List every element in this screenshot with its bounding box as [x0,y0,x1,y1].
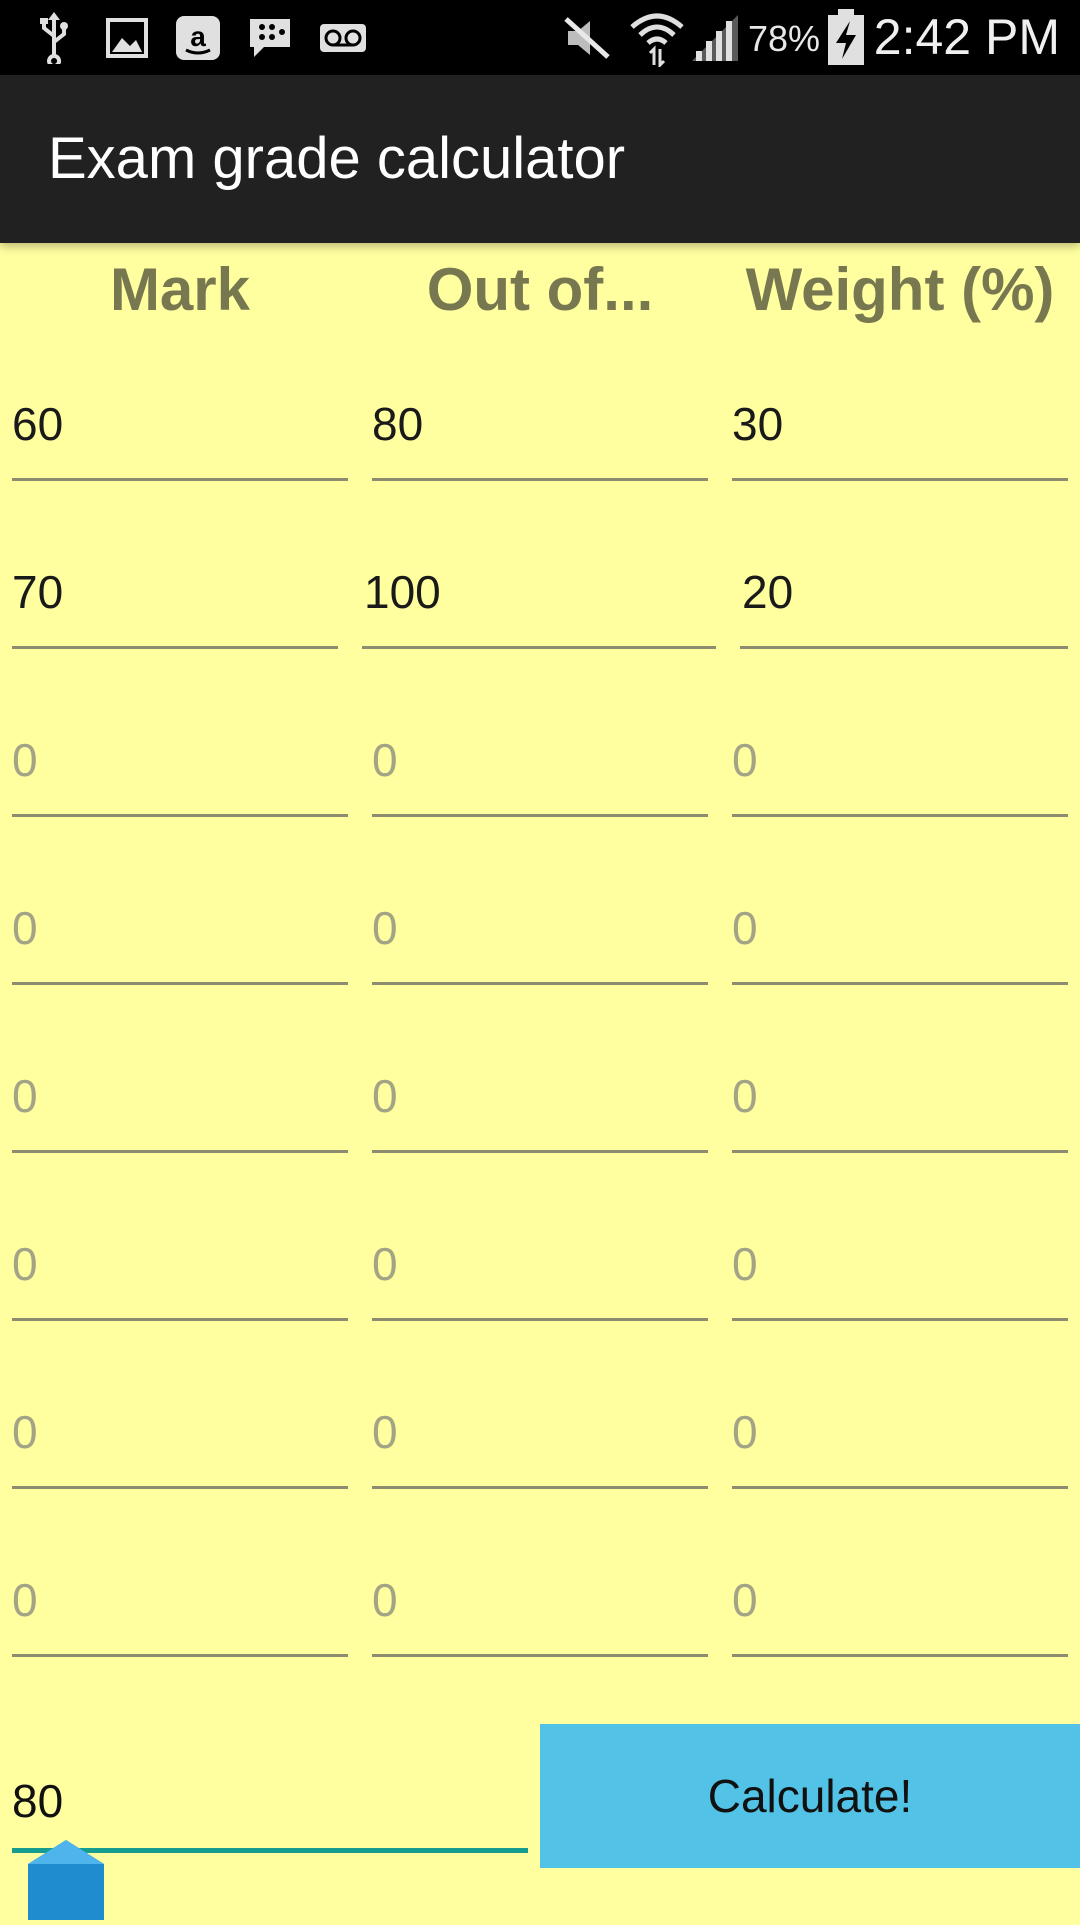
row-1-weight-field[interactable]: 30 [732,394,1068,454]
battery-percent: 78% [748,18,821,59]
row-5-weight-underline [732,1150,1068,1153]
row-6-out-of-field[interactable]: 0 [372,1234,708,1294]
action-bar: Exam grade calculator [0,75,1080,243]
header-weight: Weight (%) [745,256,1055,323]
row-8-mark-field[interactable]: 0 [12,1570,348,1630]
row-7-out-of-underline [372,1486,708,1489]
row-5-mark-field[interactable]: 0 [12,1066,348,1126]
row-1-mark-field[interactable]: 60 [12,394,348,454]
bbm-icon [246,10,294,66]
status-bar: a 78% 2:42 PM [0,0,1080,75]
status-time: 2:42 PM [873,9,1060,65]
row-7-weight-field[interactable]: 0 [732,1402,1068,1462]
svg-text:a: a [190,21,206,52]
amazon-icon: a [174,10,222,66]
app-title: Exam grade calculator [48,126,626,191]
signal-icon [690,10,740,66]
row-2-mark-underline [12,646,338,649]
row-2-out-of-field[interactable]: 100 [364,562,700,622]
mute-icon [562,10,612,66]
row-5-mark-underline [12,1150,348,1153]
row-8-weight-field[interactable]: 0 [732,1570,1068,1630]
row-7-out-of-field[interactable]: 0 [372,1402,708,1462]
row-5-out-of-underline [372,1150,708,1153]
usb-icon [36,10,72,66]
row-5-out-of-field[interactable]: 0 [372,1066,708,1126]
calculate-button[interactable]: Calculate! [540,1724,1080,1868]
row-4-out-of-field[interactable]: 0 [372,898,708,958]
row-4-mark-underline [12,982,348,985]
row-1-out-of-field[interactable]: 80 [372,394,708,454]
row-3-out-of-underline [372,814,708,817]
row-6-out-of-underline [372,1318,708,1321]
row-3-weight-underline [732,814,1068,817]
row-3-mark-underline [12,814,348,817]
result-field[interactable]: 80 [12,1766,63,1836]
row-8-out-of-field[interactable]: 0 [372,1570,708,1630]
row-2-weight-underline [740,646,1068,649]
row-6-weight-underline [732,1318,1068,1321]
row-1-out-of-underline [372,478,708,481]
header-mark: Mark [109,256,251,323]
row-8-out-of-underline [372,1654,708,1657]
row-7-mark-underline [12,1486,348,1489]
image-icon [106,10,148,66]
row-6-mark-underline [12,1318,348,1321]
row-7-mark-field[interactable]: 0 [12,1402,348,1462]
row-5-weight-field[interactable]: 0 [732,1066,1068,1126]
row-4-weight-underline [732,982,1068,985]
row-4-out-of-underline [372,982,708,985]
row-6-mark-field[interactable]: 0 [12,1234,348,1294]
battery-charging-icon [826,9,866,66]
row-4-mark-field[interactable]: 0 [12,898,348,958]
row-2-weight-field[interactable]: 20 [742,562,1078,622]
row-8-weight-underline [732,1654,1068,1657]
row-4-weight-field[interactable]: 0 [732,898,1068,958]
text-cursor-handle[interactable] [28,1840,104,1920]
row-2-mark-field[interactable]: 70 [12,562,348,622]
row-1-weight-underline [732,478,1068,481]
row-3-out-of-field[interactable]: 0 [372,730,708,790]
wifi-icon [628,10,686,67]
row-1-mark-underline [12,478,348,481]
row-3-mark-field[interactable]: 0 [12,730,348,790]
header-out-of: Out of... [426,256,654,323]
row-2-out-of-underline [362,646,716,649]
row-3-weight-field[interactable]: 0 [732,730,1068,790]
row-7-weight-underline [732,1486,1068,1489]
row-8-mark-underline [12,1654,348,1657]
row-6-weight-field[interactable]: 0 [732,1234,1068,1294]
voicemail-icon [318,10,368,66]
